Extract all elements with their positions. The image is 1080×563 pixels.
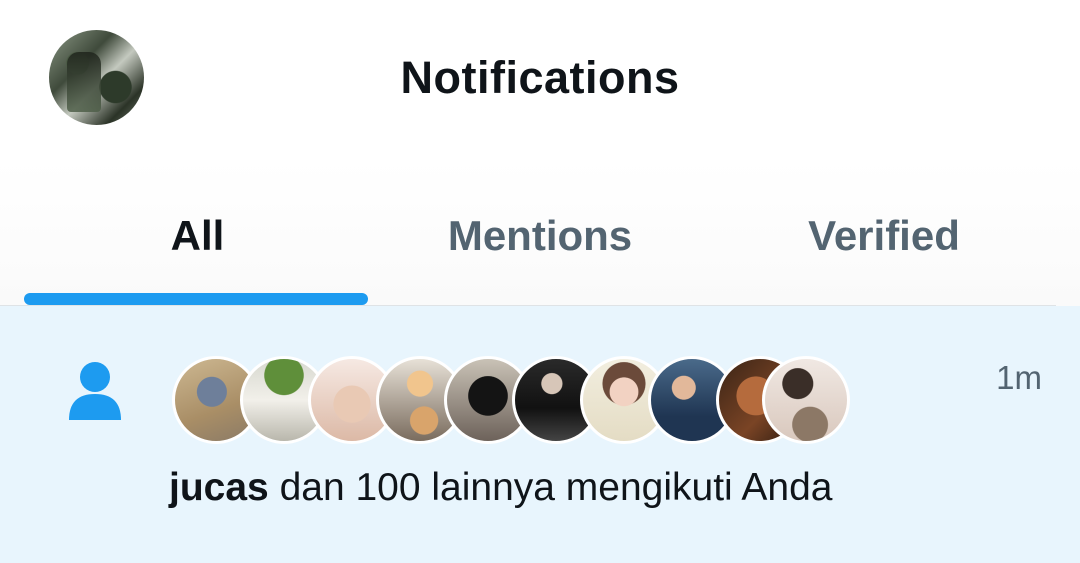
tab-mentions[interactable]: Mentions: [368, 210, 712, 262]
page-title: Notifications: [400, 52, 680, 103]
tab-bar: All Mentions Verified: [0, 160, 1080, 306]
active-tab-indicator: [24, 293, 368, 305]
follower-avatar[interactable]: [762, 356, 850, 444]
follower-name-link[interactable]: jucas: [169, 466, 269, 509]
notification-text: jucas dan 100 lainnya mengikuti Anda: [169, 466, 832, 510]
person-icon: [69, 362, 121, 420]
top-app-bar: Notifications: [0, 0, 1080, 160]
notification-time: 1m: [996, 359, 1042, 396]
notification-message: dan 100 lainnya mengikuti Anda: [268, 466, 833, 509]
tab-all[interactable]: All: [0, 210, 395, 262]
notification-item[interactable]: 1m jucas dan 100 lainnya mengikuti Anda: [0, 306, 1080, 563]
follower-avatars: [172, 356, 872, 448]
tab-verified[interactable]: Verified: [712, 210, 1056, 262]
